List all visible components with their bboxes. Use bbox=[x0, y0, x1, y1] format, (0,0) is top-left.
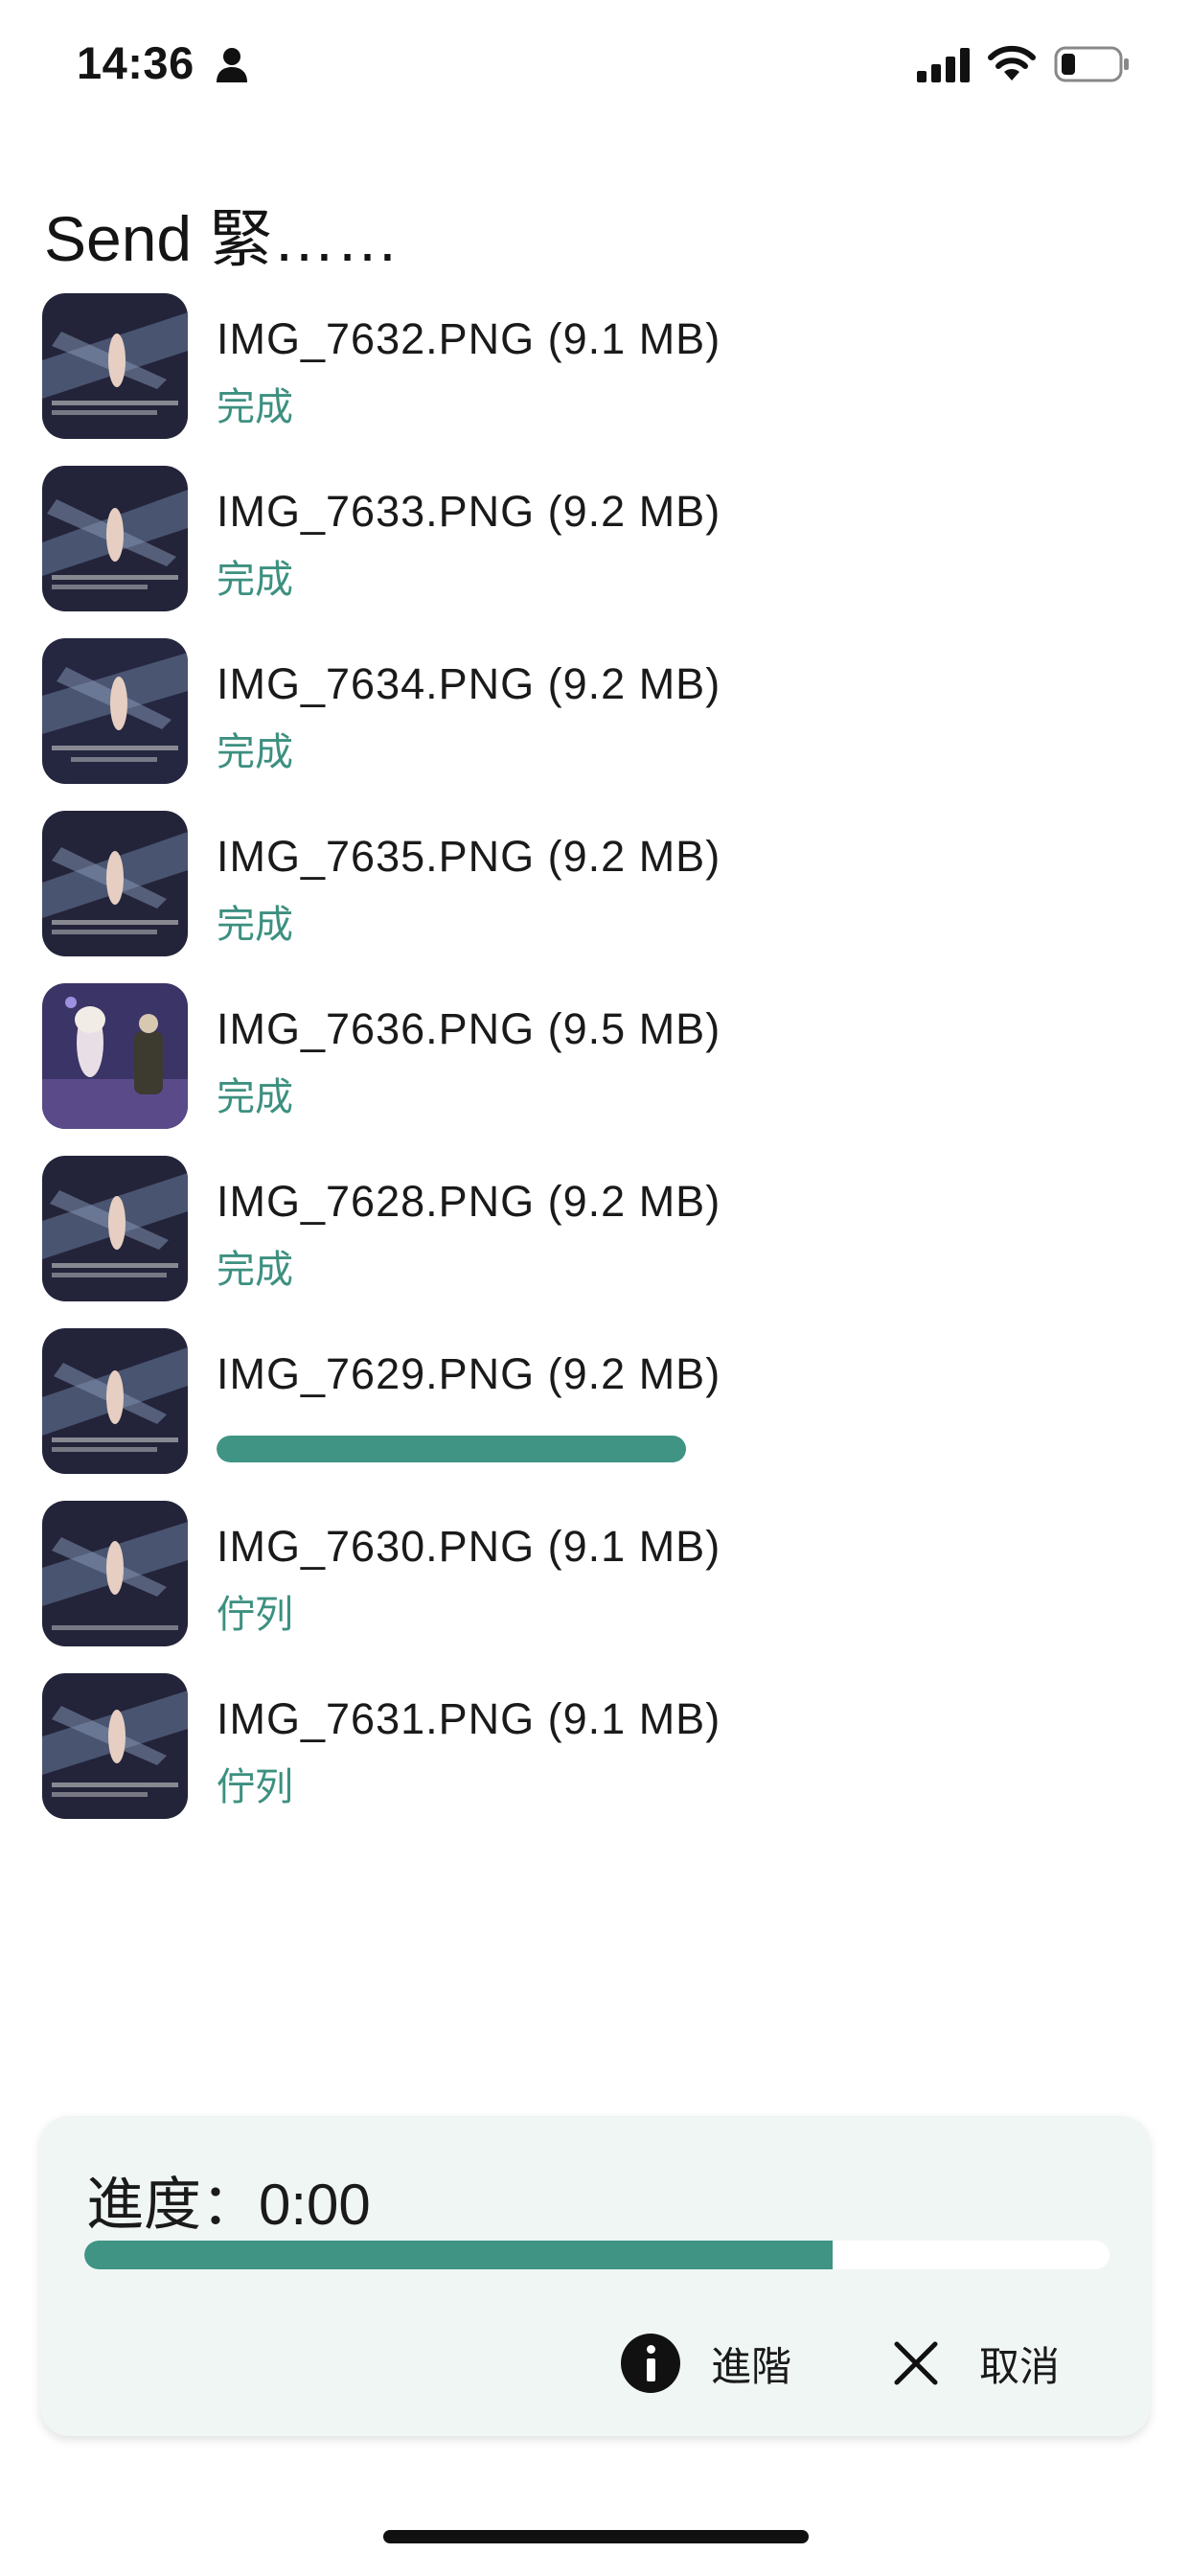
image-thumbnail bbox=[42, 1328, 188, 1474]
file-status: 完成 bbox=[217, 386, 293, 428]
file-name: IMG_7633.PNG (9.2 MB) bbox=[217, 487, 721, 536]
file-name: IMG_7632.PNG (9.1 MB) bbox=[217, 314, 721, 363]
file-status: 完成 bbox=[217, 904, 293, 946]
file-status: 完成 bbox=[217, 1249, 293, 1291]
image-thumbnail bbox=[42, 811, 188, 956]
file-name: IMG_7635.PNG (9.2 MB) bbox=[217, 832, 721, 881]
file-status: 佇列 bbox=[217, 1594, 293, 1636]
list-item[interactable]: IMG_7635.PNG (9.2 MB) 完成 bbox=[0, 805, 1190, 978]
progress-panel: 進度：0:00 進階 取消 bbox=[40, 2116, 1150, 2436]
advanced-button[interactable]: 進階 bbox=[621, 2327, 791, 2400]
list-item[interactable]: IMG_7631.PNG (9.1 MB) 佇列 bbox=[0, 1668, 1190, 1840]
person-icon bbox=[217, 48, 247, 82]
status-bar: 14:36 bbox=[0, 0, 1190, 134]
info-icon bbox=[621, 2334, 680, 2393]
file-list[interactable]: IMG_7632.PNG (9.1 MB) 完成 IMG_7633.PNG (9… bbox=[0, 288, 1190, 1840]
image-thumbnail bbox=[42, 1501, 188, 1646]
page-title: Send 緊…… bbox=[44, 203, 400, 274]
list-item[interactable]: IMG_7634.PNG (9.2 MB) 完成 bbox=[0, 632, 1190, 805]
file-status: 佇列 bbox=[217, 1766, 293, 1808]
file-status: 完成 bbox=[217, 731, 293, 773]
advanced-label: 進階 bbox=[711, 2343, 792, 2389]
list-item[interactable]: IMG_7632.PNG (9.1 MB) 完成 bbox=[0, 288, 1190, 460]
image-thumbnail bbox=[42, 466, 188, 611]
progress-label: 進度：0:00 bbox=[86, 2173, 371, 2237]
list-item[interactable]: IMG_7633.PNG (9.2 MB) 完成 bbox=[0, 460, 1190, 632]
file-status: 完成 bbox=[217, 1076, 293, 1118]
list-item[interactable]: IMG_7629.PNG (9.2 MB) bbox=[0, 1322, 1190, 1495]
file-progress-fill bbox=[217, 1436, 686, 1462]
list-item[interactable]: IMG_7628.PNG (9.2 MB) 完成 bbox=[0, 1150, 1190, 1322]
total-progress-fill bbox=[84, 2241, 834, 2269]
list-item[interactable]: IMG_7636.PNG (9.5 MB) 完成 bbox=[0, 978, 1190, 1150]
file-name: IMG_7634.PNG (9.2 MB) bbox=[217, 659, 721, 708]
file-name: IMG_7628.PNG (9.2 MB) bbox=[217, 1177, 721, 1226]
cancel-label: 取消 bbox=[979, 2343, 1061, 2389]
file-name: IMG_7629.PNG (9.2 MB) bbox=[217, 1349, 721, 1398]
list-item[interactable]: IMG_7630.PNG (9.1 MB) 佇列 bbox=[0, 1495, 1190, 1668]
cancel-button[interactable]: 取消 bbox=[891, 2327, 1060, 2400]
file-name: IMG_7636.PNG (9.5 MB) bbox=[217, 1004, 721, 1053]
battery-icon bbox=[1054, 46, 1129, 82]
home-indicator[interactable] bbox=[383, 2530, 809, 2543]
image-thumbnail bbox=[42, 1156, 188, 1301]
signal-icon bbox=[917, 48, 970, 82]
status-time: 14:36 bbox=[77, 37, 195, 88]
file-status: 完成 bbox=[217, 559, 293, 601]
image-thumbnail bbox=[42, 293, 188, 439]
image-thumbnail bbox=[42, 1673, 188, 1819]
close-icon bbox=[894, 2341, 938, 2385]
image-thumbnail bbox=[42, 638, 188, 784]
image-thumbnail bbox=[42, 983, 188, 1129]
file-name: IMG_7630.PNG (9.1 MB) bbox=[217, 1522, 721, 1571]
file-name: IMG_7631.PNG (9.1 MB) bbox=[217, 1694, 721, 1743]
wifi-icon bbox=[988, 45, 1036, 80]
total-progress-bar bbox=[84, 2241, 1110, 2269]
file-progress-bar bbox=[217, 1436, 686, 1462]
